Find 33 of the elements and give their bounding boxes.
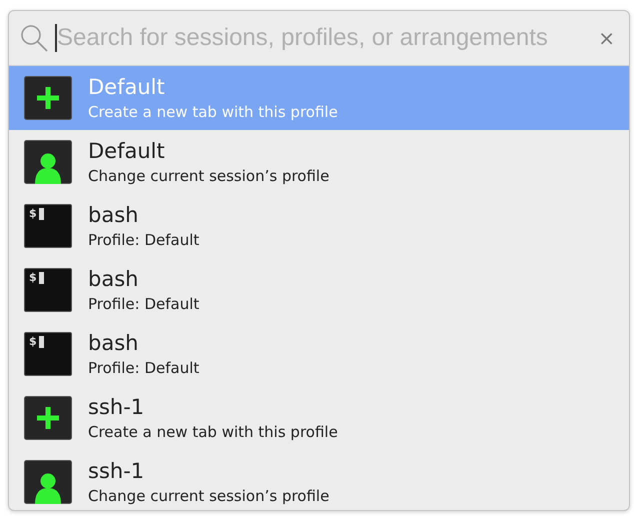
item-subtitle: Change current session’s profile [88, 166, 330, 186]
plus-icon [24, 76, 72, 120]
item-title: ssh-1 [88, 458, 146, 484]
prompt-symbol: $ [29, 272, 37, 284]
cursor-block-icon [38, 208, 44, 220]
result-item[interactable]: $ bash Profile: Default [9, 258, 629, 322]
plus-icon [24, 396, 72, 440]
search-field[interactable]: Search for sessions, profiles, or arrangements [55, 24, 588, 52]
result-item[interactable]: $ bash Profile: Default [9, 322, 629, 386]
item-subtitle: Profile: Default [88, 358, 200, 378]
cursor-block-icon [38, 272, 44, 284]
search-icon [19, 23, 49, 53]
result-item[interactable]: ssh-1 Create a new tab with this profile [9, 386, 629, 450]
item-subtitle: Create a new tab with this profile [88, 102, 338, 122]
item-title: ssh-1 [88, 394, 146, 420]
item-title: Default [88, 74, 166, 100]
prompt-symbol: $ [29, 336, 37, 348]
prompt-symbol: $ [29, 208, 37, 220]
item-title: bash [88, 266, 140, 292]
item-subtitle: Profile: Default [88, 294, 200, 314]
item-title: bash [88, 330, 140, 356]
item-title: bash [88, 202, 140, 228]
cursor-block-icon [38, 336, 44, 348]
item-subtitle: Profile: Default [88, 230, 200, 250]
item-subtitle: Create a new tab with this profile [88, 422, 338, 442]
person-icon [24, 140, 72, 184]
clear-button[interactable]: × [594, 26, 619, 50]
item-title: Default [88, 138, 166, 164]
item-subtitle: Change current session’s profile [88, 486, 330, 506]
result-item[interactable]: $ bash Profile: Default [9, 194, 629, 258]
person-icon [24, 460, 72, 504]
result-item[interactable]: ssh-1 Change current session’s profile [9, 450, 629, 510]
result-item[interactable]: Default Change current session’s profile [9, 130, 629, 194]
